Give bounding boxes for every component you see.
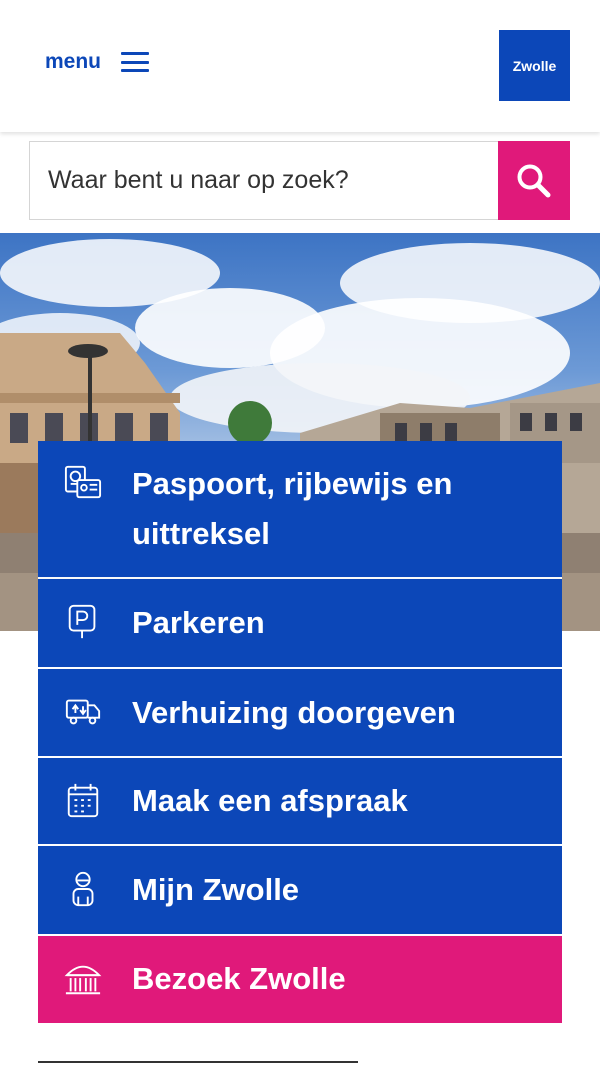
tile-label: Maak een afspraak xyxy=(132,783,408,818)
hamburger-icon xyxy=(121,52,150,72)
tile-parkeren[interactable]: Parkeren xyxy=(38,579,562,667)
menu-label: menu xyxy=(45,50,102,73)
tile-verhuizing[interactable]: Verhuizing doorgeven xyxy=(38,669,562,756)
menu-button[interactable]: menu xyxy=(45,50,150,74)
person-icon xyxy=(64,870,102,908)
calendar-icon xyxy=(64,782,102,820)
logo-text: Zwolle xyxy=(512,57,557,74)
site-header: menu Zwolle xyxy=(0,0,600,132)
tile-label: Mijn Zwolle xyxy=(132,872,300,907)
content-edge xyxy=(38,1061,358,1065)
search-bar xyxy=(29,141,570,220)
tile-bezoek-zwolle[interactable]: Bezoek Zwolle xyxy=(38,936,562,1023)
parking-sign-icon xyxy=(64,603,102,641)
building-icon xyxy=(64,960,102,998)
tile-label: Verhuizing doorgeven xyxy=(132,695,456,730)
zwolle-logo[interactable]: Zwolle xyxy=(499,30,570,101)
tile-paspoort[interactable]: Paspoort, rijbewijs en uittreksel xyxy=(38,441,562,577)
search-icon xyxy=(517,164,551,197)
tile-label: Bezoek Zwolle xyxy=(132,961,346,996)
moving-truck-icon xyxy=(64,693,102,731)
search-button[interactable] xyxy=(498,141,570,220)
tile-afspraak[interactable]: Maak een afspraak xyxy=(38,758,562,844)
tile-label: Parkeren xyxy=(132,605,265,640)
tile-mijn-zwolle[interactable]: Mijn Zwolle xyxy=(38,846,562,934)
search-input[interactable] xyxy=(30,142,500,219)
tile-label: Paspoort, rijbewijs en uittreksel xyxy=(132,466,453,551)
id-card-icon xyxy=(64,463,102,501)
